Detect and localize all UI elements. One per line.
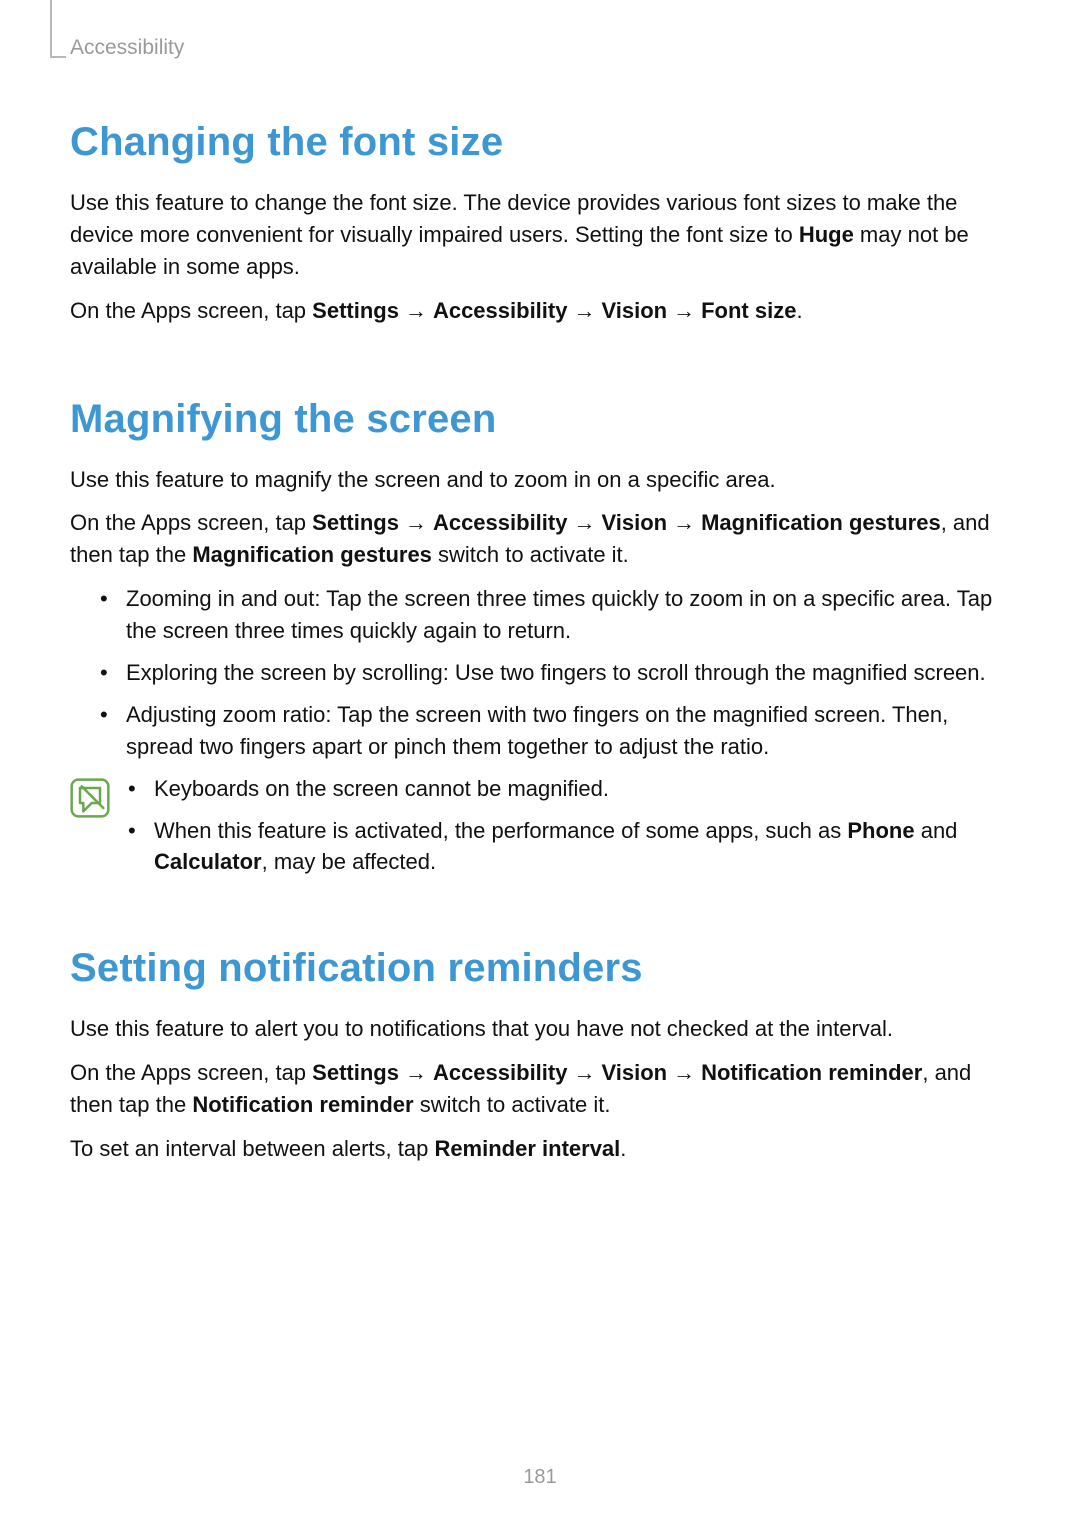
text: When this feature is activated, the perf… (154, 818, 847, 843)
paragraph: On the Apps screen, tap Settings→Accessi… (70, 1057, 1010, 1121)
heading-font-size: Changing the font size (70, 120, 1010, 165)
breadcrumb: Accessibility (70, 30, 1010, 60)
text: . (620, 1136, 626, 1161)
page: Accessibility Changing the font size Use… (0, 0, 1080, 1527)
path-step: Vision (601, 510, 667, 535)
paragraph: On the Apps screen, tap Settings→Accessi… (70, 507, 1010, 571)
bold-text: Calculator (154, 849, 262, 874)
list-item: Keyboards on the screen cannot be magnif… (128, 773, 1010, 805)
note-icon (70, 778, 110, 818)
header-area: Accessibility (70, 30, 1010, 70)
page-number: 181 (0, 1466, 1080, 1489)
text: On the Apps screen, tap (70, 1060, 312, 1085)
text: switch to activate it. (414, 1092, 611, 1117)
arrow-icon: → (399, 510, 433, 535)
header-tick-icon (50, 0, 52, 58)
text: and (915, 818, 958, 843)
path-step: Font size (701, 298, 796, 323)
paragraph: On the Apps screen, tap Settings→Accessi… (70, 295, 1010, 327)
arrow-icon: → (399, 298, 433, 323)
path-step: Settings (312, 298, 399, 323)
arrow-icon: → (667, 298, 701, 323)
bold-text: Phone (847, 818, 914, 843)
text: On the Apps screen, tap (70, 298, 312, 323)
text: switch to activate it. (432, 542, 629, 567)
arrow-icon: → (667, 510, 701, 535)
arrow-icon: → (567, 1060, 601, 1085)
path-step: Vision (601, 1060, 667, 1085)
paragraph: Use this feature to alert you to notific… (70, 1013, 1010, 1045)
arrow-icon: → (399, 1060, 433, 1085)
paragraph: To set an interval between alerts, tap R… (70, 1133, 1010, 1165)
bullet-list: Zooming in and out: Tap the screen three… (70, 583, 1010, 762)
path-step: Accessibility (433, 510, 568, 535)
text: . (796, 298, 802, 323)
path-step: Accessibility (433, 298, 568, 323)
list-item: Adjusting zoom ratio: Tap the screen wit… (100, 699, 1010, 763)
paragraph: Use this feature to change the font size… (70, 187, 1010, 283)
bold-text: Notification reminder (192, 1092, 413, 1117)
heading-magnifying: Magnifying the screen (70, 397, 1010, 442)
list-item: When this feature is activated, the perf… (128, 815, 1010, 879)
text: , may be affected. (262, 849, 436, 874)
path-step: Vision (601, 298, 667, 323)
path-step: Notification reminder (701, 1060, 922, 1085)
text: To set an interval between alerts, tap (70, 1136, 434, 1161)
path-step: Settings (312, 1060, 399, 1085)
note-block: Keyboards on the screen cannot be magnif… (70, 773, 1010, 889)
path-step: Magnification gestures (701, 510, 941, 535)
note-bullet-list: Keyboards on the screen cannot be magnif… (128, 773, 1010, 889)
list-item: Exploring the screen by scrolling: Use t… (100, 657, 1010, 689)
arrow-icon: → (667, 1060, 701, 1085)
text: On the Apps screen, tap (70, 510, 312, 535)
list-item: Zooming in and out: Tap the screen three… (100, 583, 1010, 647)
arrow-icon: → (567, 510, 601, 535)
bold-text: Magnification gestures (192, 542, 432, 567)
paragraph: Use this feature to magnify the screen a… (70, 464, 1010, 496)
bold-text: Huge (799, 222, 854, 247)
path-step: Settings (312, 510, 399, 535)
path-step: Accessibility (433, 1060, 568, 1085)
arrow-icon: → (567, 298, 601, 323)
heading-reminders: Setting notification reminders (70, 946, 1010, 991)
bold-text: Reminder interval (434, 1136, 620, 1161)
